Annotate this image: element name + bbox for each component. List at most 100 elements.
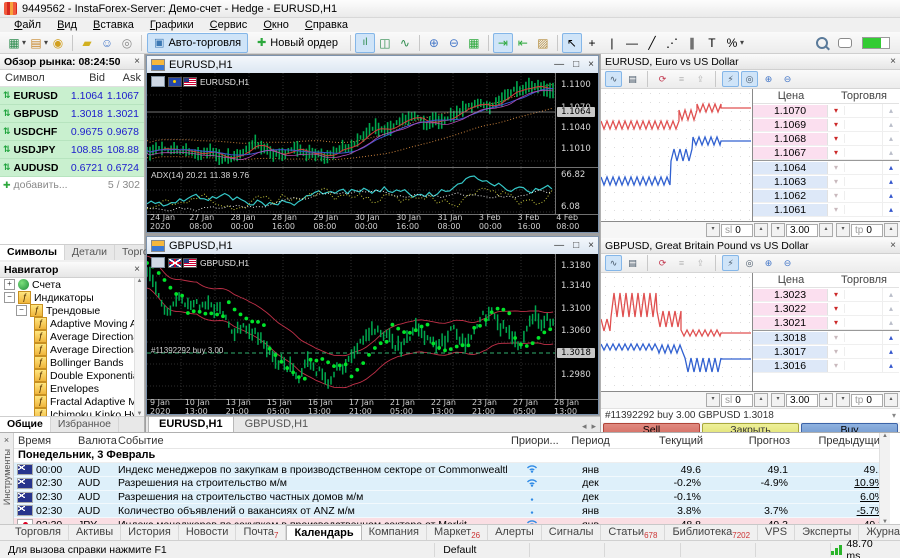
- one-click-trading-icon[interactable]: ⚡: [722, 71, 739, 87]
- toolbox-tab[interactable]: VPS: [758, 525, 795, 540]
- buy-arrow-icon[interactable]: ▴: [883, 106, 899, 115]
- navigator-tab[interactable]: Избранное: [51, 417, 119, 432]
- decrement-icon[interactable]: ▾: [706, 393, 720, 407]
- sell-arrow-icon[interactable]: ▾: [828, 318, 845, 327]
- chart-tab[interactable]: GBPUSD,H1: [234, 416, 320, 432]
- ask-ladder-row[interactable]: 1.1067 ▾ ▴: [753, 146, 899, 160]
- buy-arrow-icon[interactable]: ▴: [883, 205, 899, 214]
- close-icon[interactable]: ×: [4, 435, 9, 445]
- ask-ladder-row[interactable]: 1.3022 ▾ ▴: [753, 302, 899, 316]
- decrement-icon[interactable]: ▾: [771, 393, 785, 407]
- toolbox-tab[interactable]: История: [121, 525, 179, 540]
- calendar-event-row[interactable]: 02:30 AUD Количество объявлений о ваканс…: [14, 504, 890, 518]
- gbpusd-tick-chart[interactable]: [601, 273, 753, 391]
- maximize-icon[interactable]: □: [573, 59, 579, 70]
- buy-arrow-icon[interactable]: ▴: [883, 120, 899, 129]
- increment-icon[interactable]: ▴: [819, 393, 833, 407]
- toolbox-tab[interactable]: Почта7: [236, 525, 286, 540]
- history-center-button[interactable]: ◉: [48, 33, 68, 53]
- buy-arrow-icon[interactable]: ▴: [883, 304, 899, 313]
- zoom-out-icon[interactable]: ⊖: [779, 71, 796, 87]
- profile-selector[interactable]: Default: [435, 543, 530, 557]
- buy-arrow-icon[interactable]: ▴: [883, 333, 899, 342]
- shapes-tool-button[interactable]: %: [722, 33, 742, 53]
- refresh-icon[interactable]: ⟳: [654, 71, 671, 87]
- menu-item[interactable]: Вид: [49, 18, 85, 32]
- zoom-out-icon[interactable]: ⊖: [779, 255, 796, 271]
- ask-ladder-row[interactable]: 1.1069 ▾ ▴: [753, 118, 899, 132]
- navigator-indicator-item[interactable]: ƒ Average Directional: [0, 330, 144, 343]
- scroll-up-icon[interactable]: ▲: [137, 278, 143, 284]
- line-chart-mode-button[interactable]: ∿: [395, 33, 415, 53]
- increment-icon[interactable]: ▴: [754, 223, 768, 237]
- navigator-indicator-item[interactable]: ƒ Adaptive Moving Av: [0, 317, 144, 330]
- collapse-icon[interactable]: −: [4, 292, 15, 303]
- toolbox-tab[interactable]: Библиотека7202: [665, 525, 758, 540]
- buy-arrow-icon[interactable]: ▴: [883, 134, 899, 143]
- decrement-icon[interactable]: ▾: [771, 223, 785, 237]
- tab-scroll-right-icon[interactable]: ▸: [591, 421, 596, 432]
- calendar-event-row[interactable]: 00:00 AUD Индекс менеджеров по закупкам …: [14, 463, 890, 477]
- chart-toolbar-icon[interactable]: [151, 76, 165, 87]
- menu-item[interactable]: Окно: [255, 18, 297, 32]
- toolbox-tab[interactable]: Торговля: [8, 525, 69, 540]
- sell-arrow-icon[interactable]: ▾: [828, 134, 845, 143]
- zoom-in-icon[interactable]: ⊕: [760, 71, 777, 87]
- cursor-tool-button[interactable]: ↖: [562, 33, 582, 53]
- volume-spinner[interactable]: ▾ 3.00 ▴: [771, 223, 833, 237]
- text-tool-button[interactable]: T: [702, 33, 722, 53]
- increment-icon[interactable]: ▴: [819, 223, 833, 237]
- toolbox-tab[interactable]: Активы: [69, 525, 121, 540]
- sell-arrow-icon[interactable]: ▾: [828, 361, 845, 370]
- buy-arrow-icon[interactable]: ▴: [883, 191, 899, 200]
- chart-tab[interactable]: EURUSD,H1: [148, 416, 234, 432]
- increment-icon[interactable]: ▴: [884, 393, 898, 407]
- tick-chart-toggle-icon[interactable]: ∿: [605, 255, 622, 271]
- community-chat-icon[interactable]: [838, 38, 852, 48]
- shapes-dropdown-icon[interactable]: ▾: [740, 38, 744, 47]
- show-orders-icon[interactable]: ◎: [741, 71, 758, 87]
- bid-ladder-row[interactable]: 1.3016 ▾ ▴: [753, 359, 899, 373]
- candle-chart-mode-button[interactable]: ◫: [375, 33, 395, 53]
- gbpusd-main-chart[interactable]: GBPUSD,H1 #11392292 buy 3.00 1.3180 1.31…: [147, 254, 598, 399]
- menu-item[interactable]: Сервис: [202, 18, 256, 32]
- scroll-up-icon[interactable]: ▲: [882, 433, 888, 439]
- auto-scroll-button[interactable]: ⇥: [493, 33, 513, 53]
- stop-loss-spinner[interactable]: ▾ sl0 ▴: [706, 393, 768, 407]
- tree-node-accounts[interactable]: + Счета: [0, 278, 144, 291]
- ask-ladder-row[interactable]: 1.1070 ▾ ▴: [753, 104, 899, 118]
- vertical-line-tool-button[interactable]: |: [602, 33, 622, 53]
- calendar-scrollbar[interactable]: ▲ ▼: [879, 433, 890, 525]
- sell-arrow-icon[interactable]: ▾: [828, 191, 845, 200]
- close-icon[interactable]: ×: [588, 59, 594, 70]
- buy-arrow-icon[interactable]: ▴: [883, 163, 899, 172]
- buy-arrow-icon[interactable]: ▴: [883, 318, 899, 327]
- close-icon[interactable]: ×: [588, 240, 594, 251]
- tick-chart-toggle-icon[interactable]: ∿: [605, 71, 622, 87]
- menu-item[interactable]: Справка: [297, 18, 356, 32]
- eurusd-main-chart[interactable]: EURUSD,H1 1.1100 1.1070 1.1040 1.1010 1.…: [147, 73, 598, 167]
- tree-node-indicators[interactable]: − ƒ Индикаторы: [0, 291, 144, 304]
- menu-item[interactable]: Вставка: [85, 18, 142, 32]
- market-watch-row[interactable]: ⇅USDJPY 108.85 108.88: [0, 141, 144, 159]
- close-icon[interactable]: ×: [134, 56, 140, 67]
- bid-ladder-row[interactable]: 1.3018 ▾ ▴: [753, 331, 899, 345]
- templates-button[interactable]: ▨: [533, 33, 553, 53]
- depth-grid-icon[interactable]: ▤: [624, 255, 641, 271]
- bid-ladder-row[interactable]: 1.1064 ▾ ▴: [753, 161, 899, 175]
- refresh-icon[interactable]: ⟳: [654, 255, 671, 271]
- one-click-trading-icon[interactable]: ⚡: [722, 255, 739, 271]
- close-icon[interactable]: ×: [890, 240, 896, 251]
- gbpusd-window-titlebar[interactable]: GBPUSD,H1 — □ ×: [147, 237, 598, 254]
- decrement-icon[interactable]: ▾: [706, 223, 720, 237]
- minimize-icon[interactable]: —: [554, 59, 564, 70]
- toolbox-tab[interactable]: Статьи678: [601, 525, 665, 540]
- add-symbol-row[interactable]: ✚ добавить... 5 / 302: [0, 177, 144, 193]
- trendline-tool-button[interactable]: ╱: [642, 33, 662, 53]
- position-selector[interactable]: #11392292 buy 3.00 GBPUSD 1.3018 ▾: [601, 408, 900, 422]
- minimize-icon[interactable]: —: [554, 240, 564, 251]
- market-watch-row[interactable]: ⇅USDCHF 0.9675 0.9678: [0, 123, 144, 141]
- sell-arrow-icon[interactable]: ▾: [828, 333, 845, 342]
- calendar-event-row[interactable]: 02:30 AUD Разрешения на строительство ча…: [14, 491, 890, 505]
- buy-arrow-icon[interactable]: ▴: [883, 347, 899, 356]
